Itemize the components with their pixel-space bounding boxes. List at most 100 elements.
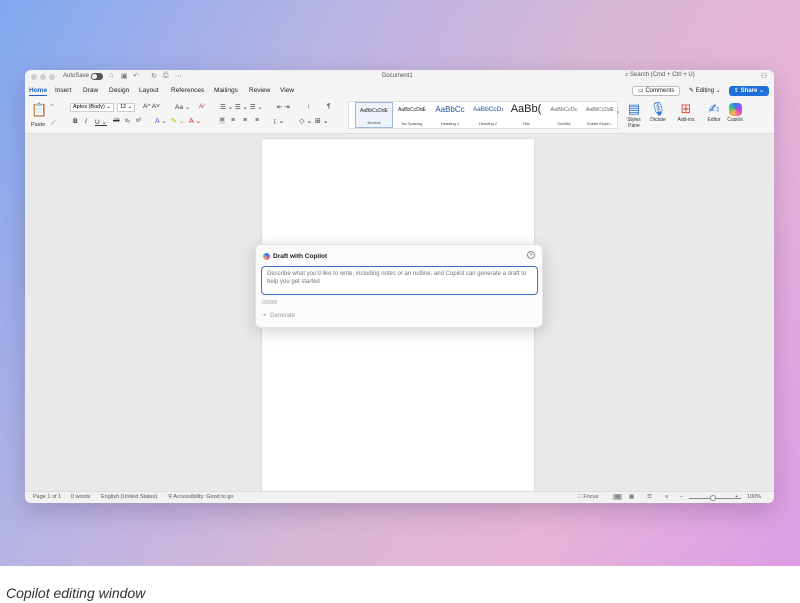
prompt-input-box[interactable]: [261, 266, 538, 295]
style-heading-1[interactable]: AaBbCc Heading 1: [431, 102, 469, 128]
undo-icon[interactable]: ↶: [133, 72, 139, 80]
align-right-icon[interactable]: ≡: [243, 117, 247, 124]
ribbon-home: 📋 Paste ✂ 🖌 Aptos (Body) ⌄ 12 ⌄ A^ A˅ Aa…: [25, 98, 774, 134]
editing-button[interactable]: ✎ Editing ⌄: [685, 86, 725, 96]
document-title: Document1: [382, 73, 413, 79]
comments-button[interactable]: ▭ Comments: [632, 86, 680, 96]
style-sample: AaBbCc: [431, 105, 469, 114]
tab-layout[interactable]: Layout: [139, 87, 159, 94]
style-subtitle[interactable]: AaBbCcDc Subtitle: [545, 102, 583, 128]
style-sample: AaBbCcDdE: [393, 107, 431, 113]
style-sample: AaBb(: [507, 103, 545, 115]
indent-icon[interactable]: ⇤ ⇥: [277, 103, 290, 111]
minimize-window-button[interactable]: [40, 74, 46, 80]
pilcrow-icon[interactable]: ¶: [327, 103, 331, 110]
sparkle-icon: ✦: [262, 313, 267, 319]
underline-icon[interactable]: U ⌄: [95, 118, 107, 126]
print-icon[interactable]: ⎙: [163, 72, 169, 80]
styles-gallery: AaBbCcDdE Normal AaBbCcDdE No Spacing Aa…: [348, 101, 618, 129]
search-box[interactable]: ⌕ Search (Cmd + Ctrl + U): [625, 72, 755, 82]
style-normal[interactable]: AaBbCcDdE Normal: [355, 102, 393, 128]
redo-icon[interactable]: ↻: [151, 72, 157, 80]
sort-icon[interactable]: ↕: [307, 103, 310, 110]
bold-icon[interactable]: B: [73, 118, 78, 125]
style-subtle-emphasis[interactable]: AaBbCcDdE Subtle Emph...: [581, 102, 619, 128]
shading-icon[interactable]: ◇ ⌄: [299, 117, 312, 125]
align-left-icon[interactable]: ≡: [219, 117, 225, 124]
styles-pane-button[interactable]: ▤ Styles Pane: [621, 101, 647, 129]
zoom-in-icon[interactable]: +: [735, 494, 738, 500]
italic-icon[interactable]: I: [85, 118, 87, 125]
share-label: Share: [741, 88, 758, 94]
bullets-icon[interactable]: ☰ ⌄ ☰ ⌄ ☰ ⌄: [220, 103, 263, 111]
title-bar: AutoSave ⌂ ▣ ↶ ↻ ⎙ ⋯ Document1 ⌕ Search …: [25, 70, 774, 84]
image-caption: Copilot editing window: [6, 585, 145, 601]
draft-view-icon[interactable]: ≡: [665, 494, 668, 500]
align-center-icon[interactable]: ≡: [231, 117, 235, 124]
clipboard-icon[interactable]: 📋: [31, 102, 47, 118]
accessibility-label: Accessibility: Good to go: [173, 494, 233, 500]
font-color-icon[interactable]: A ⌄: [189, 117, 201, 125]
style-title[interactable]: AaBb( Title: [507, 102, 545, 128]
clear-format-icon[interactable]: A⁄: [199, 103, 204, 110]
format-painter-icon[interactable]: 🖌: [50, 120, 57, 126]
save-icon[interactable]: ▣: [121, 72, 128, 80]
more-icon[interactable]: ⋯: [175, 72, 182, 80]
focus-button[interactable]: ⛶ Focus: [578, 494, 598, 501]
tab-draw[interactable]: Draw: [83, 87, 98, 94]
close-icon[interactable]: ×: [527, 251, 535, 259]
highlight-icon[interactable]: ✎ ⌄: [171, 117, 185, 125]
prompt-input[interactable]: [267, 270, 532, 291]
pencil-icon: ✎: [689, 88, 696, 94]
tab-mailings[interactable]: Mailings: [214, 87, 238, 94]
home-icon[interactable]: ⌂: [109, 72, 113, 79]
tab-design[interactable]: Design: [109, 87, 129, 94]
style-heading-2[interactable]: AaBbCcDı Heading 2: [469, 102, 507, 128]
borders-icon[interactable]: ⊞ ⌄: [315, 117, 329, 125]
word-count[interactable]: 0 words: [71, 494, 90, 500]
tab-home[interactable]: Home: [29, 87, 47, 96]
maximize-window-button[interactable]: [49, 74, 55, 80]
style-no-spacing[interactable]: AaBbCcDdE No Spacing: [393, 102, 431, 128]
font-name-select[interactable]: Aptos (Body) ⌄: [70, 103, 114, 112]
text-effects-icon[interactable]: A ⌄: [155, 117, 167, 125]
zoom-out-icon[interactable]: −: [680, 494, 683, 500]
style-name: Subtitle: [545, 121, 583, 126]
share-button[interactable]: ⇪ Share ⌄: [729, 86, 769, 96]
print-layout-icon[interactable]: ▤: [613, 494, 622, 500]
cut-icon[interactable]: ✂: [50, 103, 55, 109]
copilot-button[interactable]: Copilot: [722, 101, 748, 123]
autosave-toggle[interactable]: [91, 73, 103, 80]
tab-review[interactable]: Review: [249, 87, 270, 94]
zoom-slider-handle[interactable]: [710, 495, 716, 501]
accessibility-status[interactable]: ⚲ Accessibility: Good to go: [168, 494, 234, 500]
style-sample: AaBbCcDı: [469, 106, 507, 113]
tab-view[interactable]: View: [280, 87, 294, 94]
close-window-button[interactable]: [31, 74, 37, 80]
generate-button[interactable]: ✦Generate: [262, 312, 295, 319]
web-layout-icon[interactable]: ▦: [629, 494, 634, 500]
status-bar: Page 1 of 1 0 words English (United Stat…: [25, 491, 774, 503]
grow-font-icon[interactable]: A^ A˅: [143, 103, 160, 110]
dictate-button[interactable]: 🎙 Dictate: [645, 101, 671, 123]
copilot-icon: [263, 253, 270, 260]
page-count[interactable]: Page 1 of 1: [33, 494, 61, 500]
addins-button[interactable]: ⊞ Add-ins: [673, 101, 699, 123]
subscript-icon[interactable]: x₂: [125, 118, 130, 124]
ribbon-tabs: Home Insert Draw Design Layout Reference…: [25, 84, 774, 98]
language[interactable]: English (United States): [101, 494, 157, 500]
font-size-select[interactable]: 12 ⌄: [117, 103, 135, 112]
styles-more-icon[interactable]: ›: [617, 110, 619, 116]
strikethrough-icon[interactable]: ab: [113, 118, 120, 124]
person-icon[interactable]: ⚇: [761, 72, 767, 80]
justify-icon[interactable]: ≡: [255, 117, 259, 124]
tab-insert[interactable]: Insert: [55, 87, 71, 94]
tab-references[interactable]: References: [171, 87, 204, 94]
change-case-icon[interactable]: Aa ⌄: [175, 103, 190, 111]
line-spacing-icon[interactable]: ↨ ⌄: [273, 117, 284, 125]
font-size-value: 12: [120, 104, 126, 110]
editing-label: Editing: [696, 88, 714, 94]
superscript-icon[interactable]: x²: [136, 118, 141, 124]
zoom-level[interactable]: 100%: [747, 494, 761, 500]
outline-view-icon[interactable]: ☰: [647, 494, 652, 500]
